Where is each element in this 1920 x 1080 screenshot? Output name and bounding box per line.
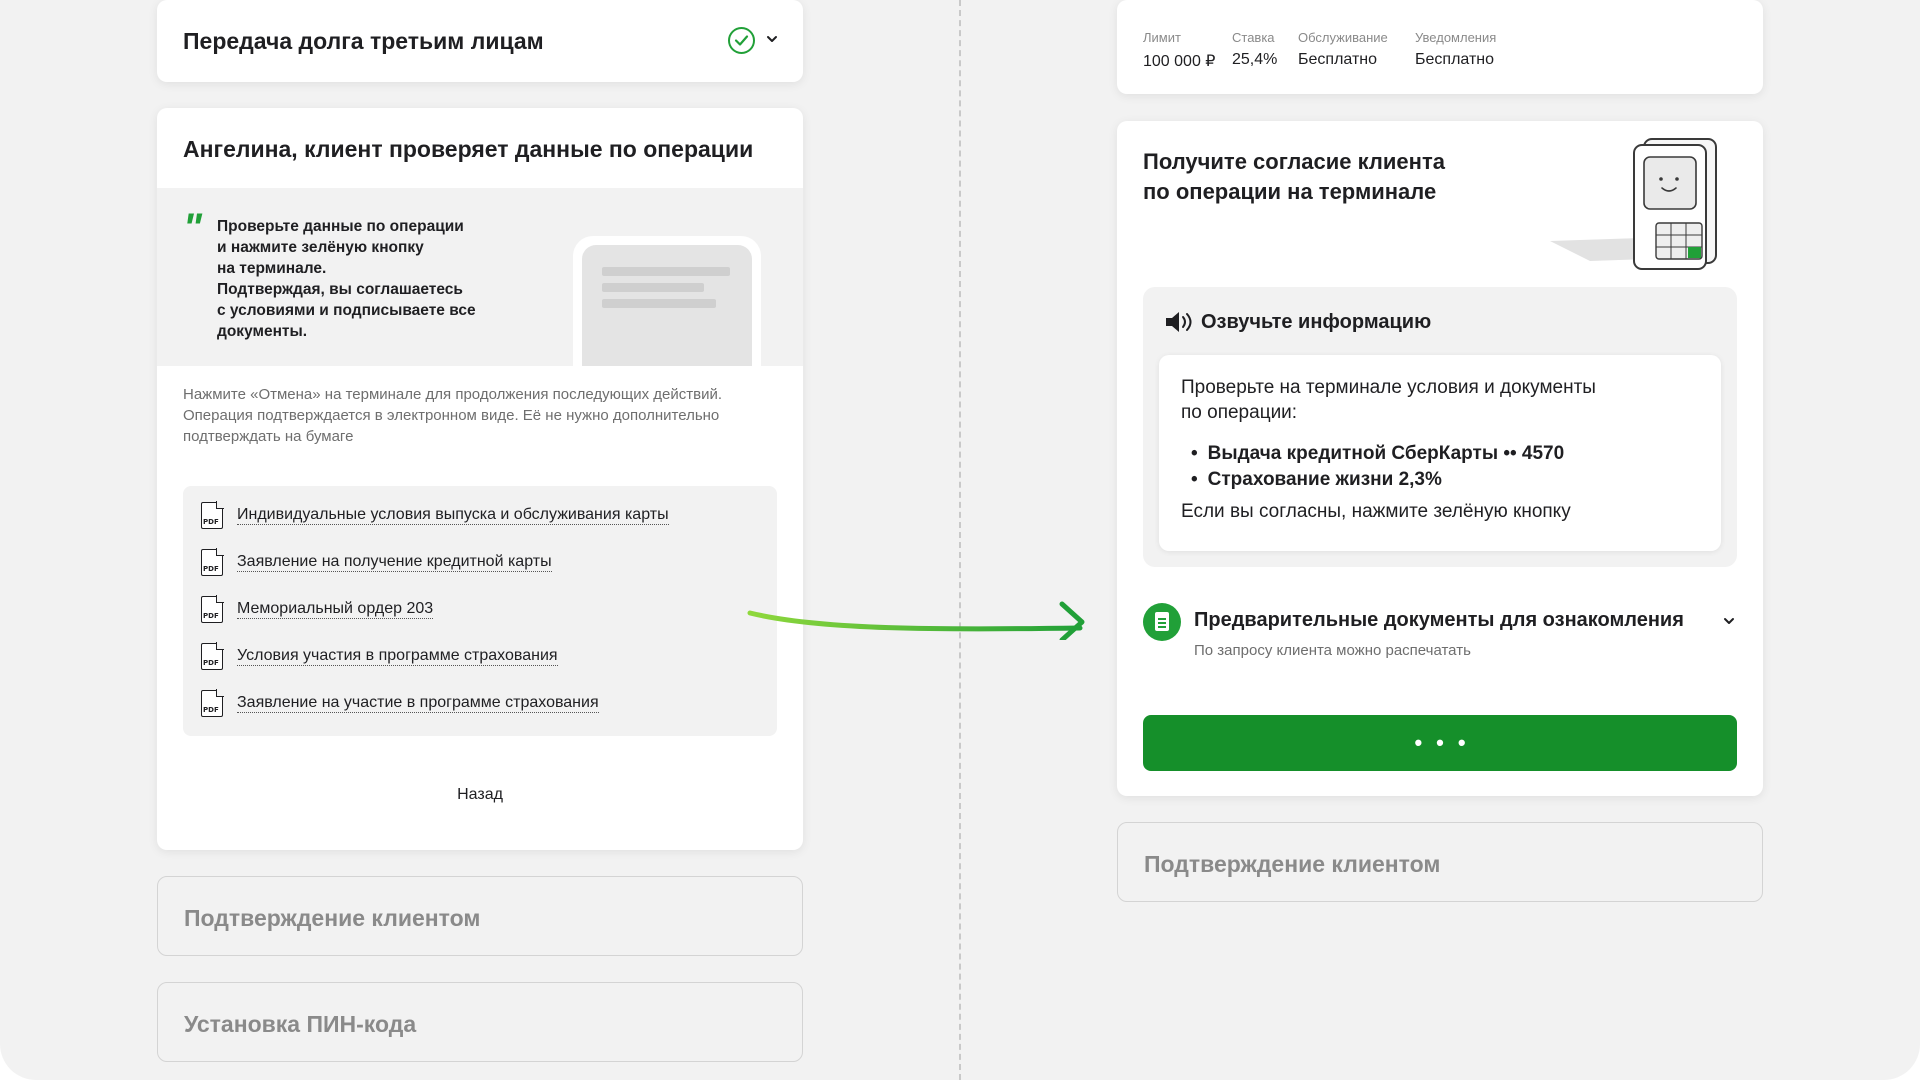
voice-intro: Проверьте на терминале условия и докумен… xyxy=(1181,377,1596,423)
quote-icon: " xyxy=(183,206,202,250)
card-title: Получите согласие клиента по операции на… xyxy=(1143,149,1445,204)
back-button[interactable]: Назад xyxy=(157,786,803,804)
chevron-down-icon[interactable] xyxy=(1721,613,1737,629)
speaker-icon xyxy=(1166,312,1192,332)
stat-value: Бесплатно xyxy=(1415,51,1495,68)
list-item[interactable]: PDF Условия участия в программе страхова… xyxy=(201,641,558,671)
prelim-title: Предварительные документы для ознакомлен… xyxy=(1194,609,1684,631)
client-confirmation-step[interactable]: Подтверждение клиентом xyxy=(1117,822,1763,902)
document-link[interactable]: Условия участия в программе страхования xyxy=(237,646,558,666)
document-icon xyxy=(1143,603,1181,641)
loading-button[interactable]: ••• xyxy=(1143,715,1737,771)
stat-value: 100 000 ₽ xyxy=(1143,53,1216,70)
debt-transfer-step[interactable]: Передача долга третьим лицам xyxy=(157,0,803,82)
document-link[interactable]: Заявление на участие в программе страхов… xyxy=(237,693,599,713)
voice-title: Озвучьте информацию xyxy=(1201,310,1432,333)
step-title: Подтверждение клиентом xyxy=(1144,851,1441,877)
voice-info-box: Озвучьте информацию Проверьте на термина… xyxy=(1143,287,1737,567)
list-item[interactable]: PDF Индивидуальные условия выпуска и обс… xyxy=(201,500,669,530)
divider xyxy=(959,0,961,1080)
list-item[interactable]: PDF Заявление на получение кредитной кар… xyxy=(201,547,552,577)
card-summary: Лимит 100 000 ₽ Ставка 25,4% Обслуживани… xyxy=(1117,0,1763,94)
terminal-consent-card: Получите согласие клиента по операции на… xyxy=(1117,121,1763,796)
pdf-icon: PDF xyxy=(201,641,224,670)
document-link[interactable]: Мемориальный ордер 203 xyxy=(237,599,434,619)
stat-label: Обслуживание xyxy=(1298,30,1388,45)
notification-stat: Уведомления Бесплатно xyxy=(1415,30,1496,69)
list-item: Выдача кредитной СберКарты •• 4570 xyxy=(1191,441,1565,467)
document-link[interactable]: Индивидуальные условия выпуска и обслужи… xyxy=(237,505,669,525)
service-stat: Обслуживание Бесплатно xyxy=(1298,30,1388,69)
list-item[interactable]: PDF Заявление на участие в программе стр… xyxy=(201,688,599,718)
step-title: Установка ПИН-кода xyxy=(184,1011,417,1037)
operation-list: Выдача кредитной СберКарты •• 4570 Страх… xyxy=(1191,441,1565,493)
check-icon xyxy=(728,27,755,54)
stat-value: 25,4% xyxy=(1232,51,1278,68)
pdf-icon: PDF xyxy=(201,547,224,576)
terminal-illustration xyxy=(1550,138,1717,270)
chevron-down-icon[interactable] xyxy=(765,32,779,46)
prelim-subtitle: По запросу клиента можно распечатать xyxy=(1194,642,1471,659)
pdf-icon: PDF xyxy=(201,594,224,623)
rate-stat: Ставка 25,4% xyxy=(1232,30,1277,69)
card-title: Ангелина, клиент проверяет данные по опе… xyxy=(183,136,754,162)
step-title: Передача долга третьим лицам xyxy=(183,28,544,54)
script-quote-box: " Проверьте данные по операции и нажмите… xyxy=(157,188,803,366)
terminal-screen-illustration xyxy=(573,236,761,366)
voice-outro: Если вы согласны, нажмите зелёную кнопку xyxy=(1181,501,1571,522)
limit-stat: Лимит 100 000 ₽ xyxy=(1143,30,1215,71)
list-item: Страхование жизни 2,3% xyxy=(1191,467,1564,493)
pdf-icon: PDF xyxy=(201,688,224,717)
arrow-right-icon xyxy=(747,601,1085,640)
info-cancel-text: Нажмите «Отмена» на терминале для продол… xyxy=(183,386,723,403)
documents-list: PDF Индивидуальные условия выпуска и обс… xyxy=(183,486,777,736)
document-link[interactable]: Заявление на получение кредитной карты xyxy=(237,552,552,572)
stat-label: Ставка xyxy=(1232,30,1275,45)
quote-text: Проверьте данные по операции и нажмите з… xyxy=(217,218,476,340)
client-confirmation-step[interactable]: Подтверждение клиентом xyxy=(157,876,803,956)
info-electronic-text: Операция подтверждается в электронном ви… xyxy=(183,407,720,445)
stat-value: Бесплатно xyxy=(1298,51,1378,68)
client-check-card: Ангелина, клиент проверяет данные по опе… xyxy=(157,108,803,850)
pdf-icon: PDF xyxy=(201,500,224,529)
stat-label: Уведомления xyxy=(1415,30,1497,45)
voice-script-card: Проверьте на терминале условия и докумен… xyxy=(1159,355,1721,551)
step-title: Подтверждение клиентом xyxy=(184,905,481,931)
pin-setup-step[interactable]: Установка ПИН-кода xyxy=(157,982,803,1062)
list-item[interactable]: PDF Мемориальный ордер 203 xyxy=(201,594,434,624)
info-text: Нажмите «Отмена» на терминале для продол… xyxy=(183,384,723,447)
canvas: Передача долга третьим лицам Ангелина, к… xyxy=(0,0,1920,1080)
stat-label: Лимит xyxy=(1143,30,1181,45)
preliminary-documents[interactable]: Предварительные документы для ознакомлен… xyxy=(1143,603,1737,663)
